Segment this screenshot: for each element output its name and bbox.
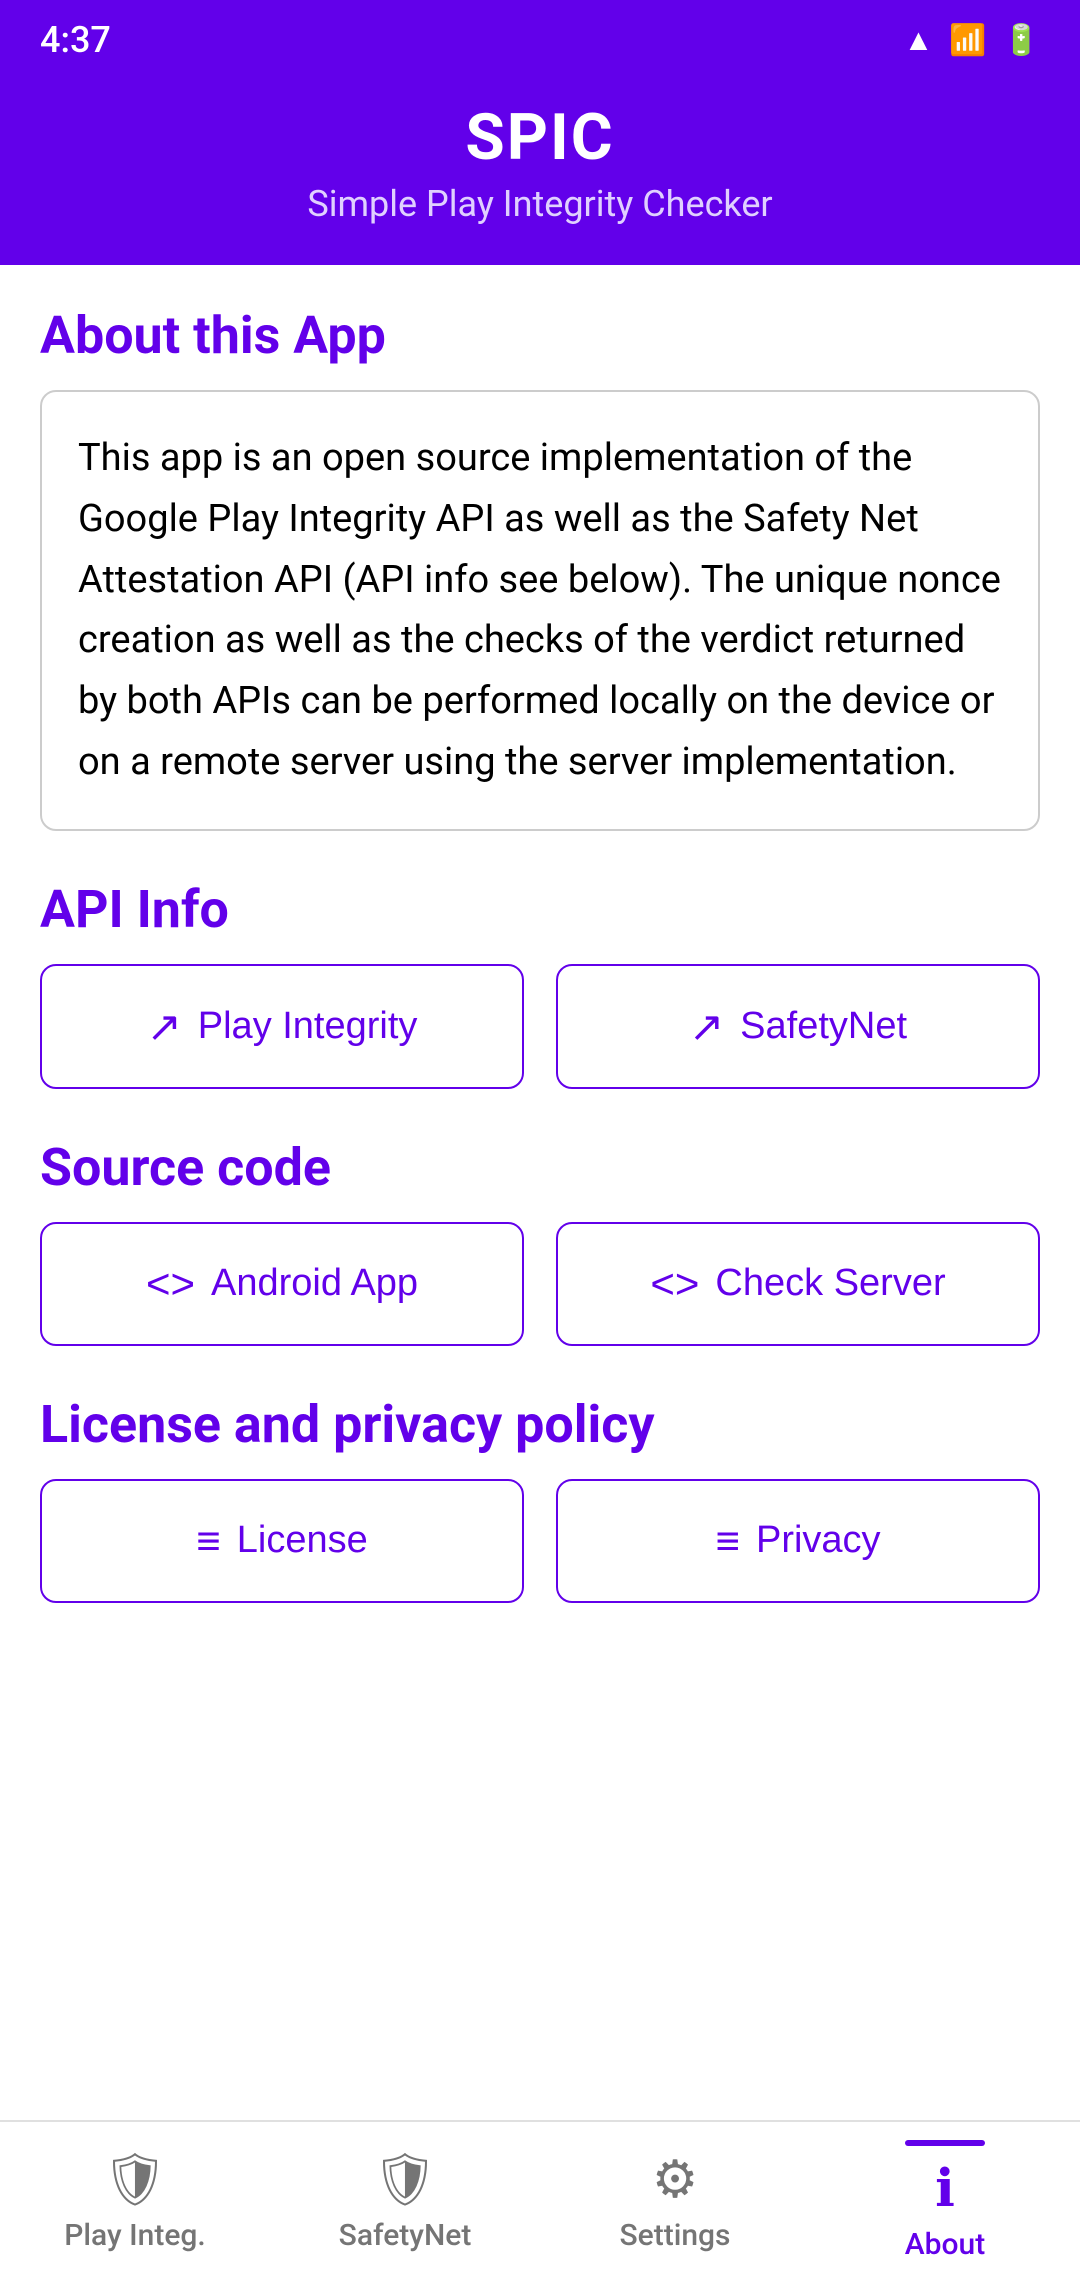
status-bar: 4:37 ▲ 📶 🔋 xyxy=(0,0,1080,80)
source-code-buttons: <> Android App <> Check Server xyxy=(40,1222,1040,1346)
about-app-section-title: About this App xyxy=(40,305,1040,366)
wifi-icon: ▲ xyxy=(904,23,934,58)
app-header: SPIC Simple Play Integrity Checker xyxy=(0,80,1080,265)
status-icons: ▲ 📶 🔋 xyxy=(904,23,1040,58)
main-content: About this App This app is an open sourc… xyxy=(0,265,1080,2157)
android-app-button-label: Android App xyxy=(211,1262,418,1305)
bottom-nav: 🛡 Play Integ. 🛡 SafetyNet ⚙ Settings ℹ A… xyxy=(0,2120,1080,2280)
android-app-button[interactable]: <> Android App xyxy=(40,1222,524,1346)
android-app-code-icon: <> xyxy=(146,1260,195,1308)
privacy-button[interactable]: ≡ Privacy xyxy=(556,1479,1040,1603)
nav-about-active-indicator xyxy=(905,2140,985,2146)
license-list-icon: ≡ xyxy=(196,1517,221,1565)
check-server-button-label: Check Server xyxy=(715,1262,945,1305)
nav-settings[interactable]: ⚙ Settings xyxy=(540,2122,810,2280)
api-info-section-title: API Info xyxy=(40,879,1040,940)
nav-safetynet[interactable]: 🛡 SafetyNet xyxy=(270,2122,540,2280)
safetynet-link-icon: ↗ xyxy=(689,1002,724,1051)
nav-play-integrity-icon: 🛡 xyxy=(102,2149,168,2210)
license-privacy-buttons: ≡ License ≡ Privacy xyxy=(40,1479,1040,1603)
nav-settings-icon: ⚙ xyxy=(652,2149,699,2210)
app-title: SPIC xyxy=(40,100,1040,175)
license-privacy-section-title: License and privacy policy xyxy=(40,1394,1040,1455)
safetynet-button-label: SafetyNet xyxy=(740,1005,907,1048)
source-code-section-title: Source code xyxy=(40,1137,1040,1198)
play-integrity-button[interactable]: ↗ Play Integrity xyxy=(40,964,524,1089)
nav-about-icon: ℹ xyxy=(935,2158,955,2219)
privacy-list-icon: ≡ xyxy=(715,1517,740,1565)
check-server-button[interactable]: <> Check Server xyxy=(556,1222,1040,1346)
nav-settings-label: Settings xyxy=(619,2218,730,2253)
safetynet-button[interactable]: ↗ SafetyNet xyxy=(556,964,1040,1089)
license-button[interactable]: ≡ License xyxy=(40,1479,524,1603)
battery-icon: 🔋 xyxy=(1003,23,1040,58)
nav-safetynet-icon: 🛡 xyxy=(372,2149,438,2210)
play-integrity-button-label: Play Integrity xyxy=(198,1005,418,1048)
nav-about[interactable]: ℹ About xyxy=(810,2122,1080,2280)
status-time: 4:37 xyxy=(40,19,111,61)
check-server-code-icon: <> xyxy=(650,1260,699,1308)
about-app-description: This app is an open source implementatio… xyxy=(78,428,1002,793)
play-integrity-link-icon: ↗ xyxy=(147,1002,182,1051)
api-info-buttons: ↗ Play Integrity ↗ SafetyNet xyxy=(40,964,1040,1089)
nav-about-label: About xyxy=(905,2227,985,2262)
license-button-label: License xyxy=(237,1519,368,1562)
signal-icon: 📶 xyxy=(949,23,986,58)
nav-safetynet-label: SafetyNet xyxy=(339,2218,472,2253)
nav-play-integrity[interactable]: 🛡 Play Integ. xyxy=(0,2122,270,2280)
nav-play-integrity-label: Play Integ. xyxy=(64,2218,206,2253)
app-subtitle: Simple Play Integrity Checker xyxy=(40,183,1040,225)
about-app-card: This app is an open source implementatio… xyxy=(40,390,1040,831)
privacy-button-label: Privacy xyxy=(756,1519,881,1562)
